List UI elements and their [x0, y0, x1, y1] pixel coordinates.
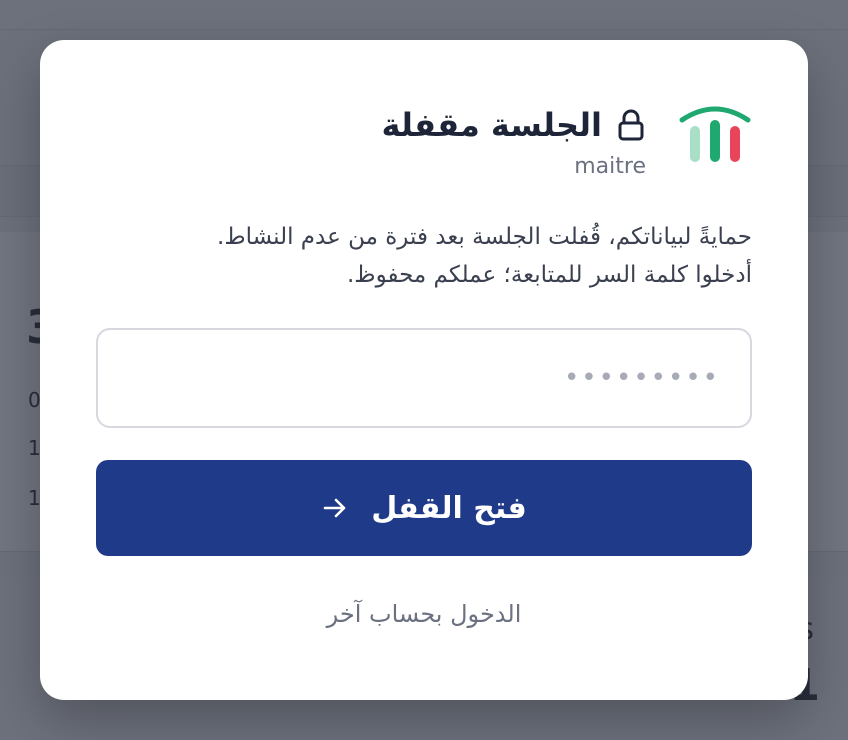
dialog-header: الجلسة مقفلة maitre	[96, 104, 752, 184]
lock-icon	[618, 109, 644, 141]
title-block: الجلسة مقفلة maitre	[381, 104, 646, 179]
unlock-button[interactable]: فتح القفل	[96, 460, 752, 556]
username-label: maitre	[574, 154, 646, 179]
lock-description: حمايةً لبياناتكم، قُفلت الجلسة بعد فترة …	[96, 218, 752, 294]
arrow-right-icon	[323, 498, 346, 518]
session-locked-dialog: الجلسة مقفلة maitre حمايةً لبياناتكم، قُ…	[40, 40, 808, 700]
description-line: حمايةً لبياناتكم، قُفلت الجلسة بعد فترة …	[217, 224, 752, 250]
password-input[interactable]: •••••••••	[96, 328, 752, 428]
title-row: الجلسة مقفلة	[381, 104, 646, 146]
other-account-link[interactable]: الدخول بحساب آخر	[40, 600, 808, 628]
unlock-button-label: فتح القفل	[371, 490, 527, 526]
description-line: أدخلوا كلمة السر للمتابعة؛ عملكم محفوظ.	[346, 262, 752, 288]
bar-chart-logo-icon	[679, 106, 751, 162]
dialog-title: الجلسة مقفلة	[381, 106, 602, 144]
